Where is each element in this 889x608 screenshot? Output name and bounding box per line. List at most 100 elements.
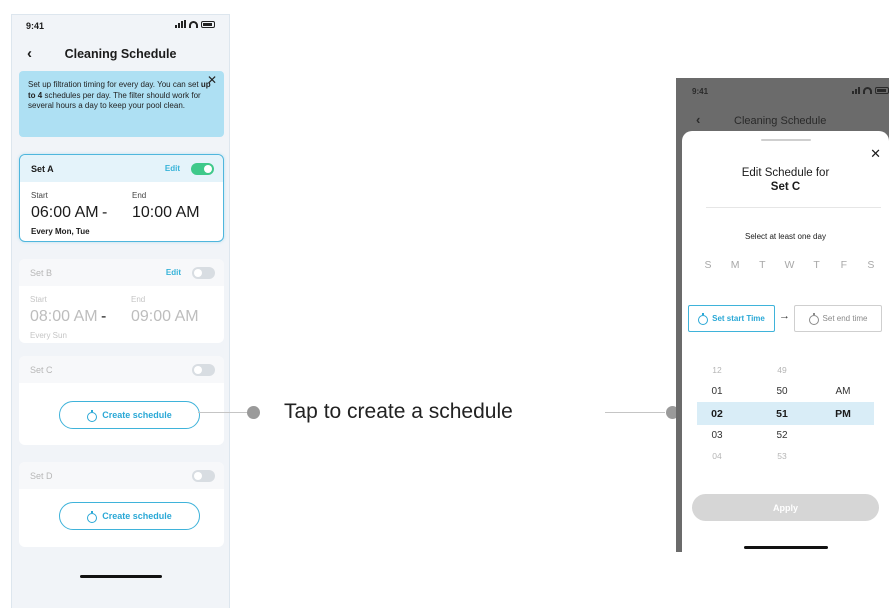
info-text: Set up filtration timing for every day. … [28, 80, 211, 110]
close-icon[interactable]: ✕ [207, 74, 217, 86]
day-mon[interactable]: M [724, 259, 746, 271]
create-schedule-label: Create schedule [102, 511, 172, 521]
schedule-card-set-d[interactable]: Set D Create schedule [19, 462, 224, 547]
close-icon[interactable]: ✕ [870, 146, 881, 162]
schedule-card-set-a[interactable]: Set A Edit Start End 06:00 AM - 10:00 AM… [19, 154, 224, 242]
status-time: 9:41 [692, 87, 709, 96]
set-end-time-label: Set end time [822, 314, 868, 323]
schedule-card-set-b[interactable]: Set B Edit Start End 08:00 AM - 09:00 AM… [19, 259, 224, 343]
back-button[interactable]: ‹ [696, 112, 700, 127]
picker-minute[interactable]: 52 [762, 430, 802, 441]
edit-button[interactable]: Edit [166, 268, 181, 277]
home-indicator [744, 546, 828, 549]
set-name: Set D [30, 471, 53, 481]
callout-dot-left [247, 406, 260, 419]
schedule-card-set-c[interactable]: Set C Create schedule [19, 356, 224, 445]
home-indicator [80, 575, 162, 578]
day-thu[interactable]: T [806, 259, 828, 271]
info-banner: ✕ Set up filtration timing for every day… [19, 71, 224, 137]
wifi-icon [863, 87, 872, 94]
toggle-knob [194, 269, 202, 277]
divider [706, 207, 881, 208]
create-schedule-button[interactable]: Create schedule [59, 401, 200, 429]
card-header: Set A Edit [20, 155, 223, 182]
wifi-icon [189, 21, 198, 28]
callout-line-left [198, 412, 250, 413]
status-icons [175, 20, 215, 28]
enable-toggle[interactable] [191, 163, 214, 175]
day-sun[interactable]: S [697, 259, 719, 271]
repeat-days: Every Sun [30, 331, 67, 340]
day-fri[interactable]: F [833, 259, 855, 271]
sheet-title: Edit Schedule for Set C [682, 166, 889, 194]
picker-minute[interactable]: 49 [762, 365, 802, 375]
card-header: Set D [19, 462, 224, 489]
select-days-label: Select at least one day [745, 232, 826, 241]
callout-text: Tap to create a schedule [284, 400, 513, 423]
end-time: 09:00 AM [131, 308, 199, 325]
set-end-time-button[interactable]: Set end time [794, 305, 882, 332]
page-title: Cleaning Schedule [734, 115, 827, 127]
day-sat[interactable]: S [860, 259, 882, 271]
enable-toggle[interactable] [192, 470, 215, 482]
start-label: Start [30, 295, 47, 304]
sheet-grabber[interactable] [761, 139, 811, 141]
schedule-list-screen: 9:41 ‹ Cleaning Schedule ✕ Set up filtra… [11, 14, 230, 608]
day-selector: S M T W T F S [697, 259, 882, 271]
picker-pm-selected[interactable]: PM [823, 408, 863, 420]
edit-schedule-screen: 9:41 ‹ Cleaning Schedule ✕ Edit Schedule… [676, 78, 889, 552]
start-time: 08:00 AM [30, 308, 98, 325]
picker-hour[interactable]: 04 [697, 451, 737, 461]
end-time: 10:00 AM [132, 204, 200, 221]
edit-schedule-sheet: ✕ Edit Schedule for Set C Select at leas… [682, 131, 889, 552]
set-name: Set C [30, 365, 53, 375]
page-title: Cleaning Schedule [64, 47, 177, 61]
toggle-knob [194, 472, 202, 480]
picker-hour[interactable]: 03 [697, 430, 737, 441]
start-time: 06:00 AM [31, 204, 99, 221]
nav-bar: ‹ Cleaning Schedule [12, 45, 229, 63]
end-label: End [131, 295, 146, 304]
picker-minute[interactable]: 50 [762, 386, 802, 397]
signal-icon [852, 86, 860, 94]
toggle-knob [204, 165, 212, 173]
time-separator: - [102, 204, 108, 221]
picker-am[interactable]: AM [823, 386, 863, 397]
timer-icon [87, 409, 98, 422]
picker-minute-selected[interactable]: 51 [762, 408, 802, 420]
picker-hour[interactable]: 12 [697, 365, 737, 375]
timer-icon [87, 510, 98, 523]
battery-icon [875, 87, 889, 94]
enable-toggle[interactable] [192, 267, 215, 279]
create-schedule-button[interactable]: Create schedule [59, 502, 200, 530]
time-separator: - [101, 308, 107, 325]
status-bar: 9:41 [12, 15, 229, 39]
set-start-time-button[interactable]: Set start Time [688, 305, 775, 332]
sheet-title-line1: Edit Schedule for [741, 167, 830, 179]
status-bar: 9:41 [676, 78, 889, 102]
repeat-days: Every Mon, Tue [31, 227, 90, 236]
signal-icon [175, 20, 186, 28]
picker-hour-selected[interactable]: 02 [697, 408, 737, 420]
picker-hour[interactable]: 01 [697, 386, 737, 397]
apply-button[interactable]: Apply [692, 494, 879, 521]
arrow-icon: → [779, 310, 790, 322]
status-icons [852, 86, 889, 94]
day-tue[interactable]: T [751, 259, 773, 271]
set-name: Set B [30, 268, 53, 278]
toggle-knob [194, 366, 202, 374]
start-label: Start [31, 191, 48, 200]
edit-button[interactable]: Edit [165, 164, 180, 173]
enable-toggle[interactable] [192, 364, 215, 376]
end-label: End [132, 191, 147, 200]
set-start-time-label: Set start Time [712, 314, 765, 323]
nav-bar: ‹ Cleaning Schedule [676, 112, 889, 129]
day-wed[interactable]: W [778, 259, 800, 271]
timer-icon [698, 313, 709, 325]
create-schedule-label: Create schedule [102, 410, 172, 420]
battery-icon [201, 21, 215, 28]
card-header: Set B Edit [19, 259, 224, 286]
picker-minute[interactable]: 53 [762, 451, 802, 461]
timer-icon [808, 313, 819, 325]
card-header: Set C [19, 356, 224, 383]
